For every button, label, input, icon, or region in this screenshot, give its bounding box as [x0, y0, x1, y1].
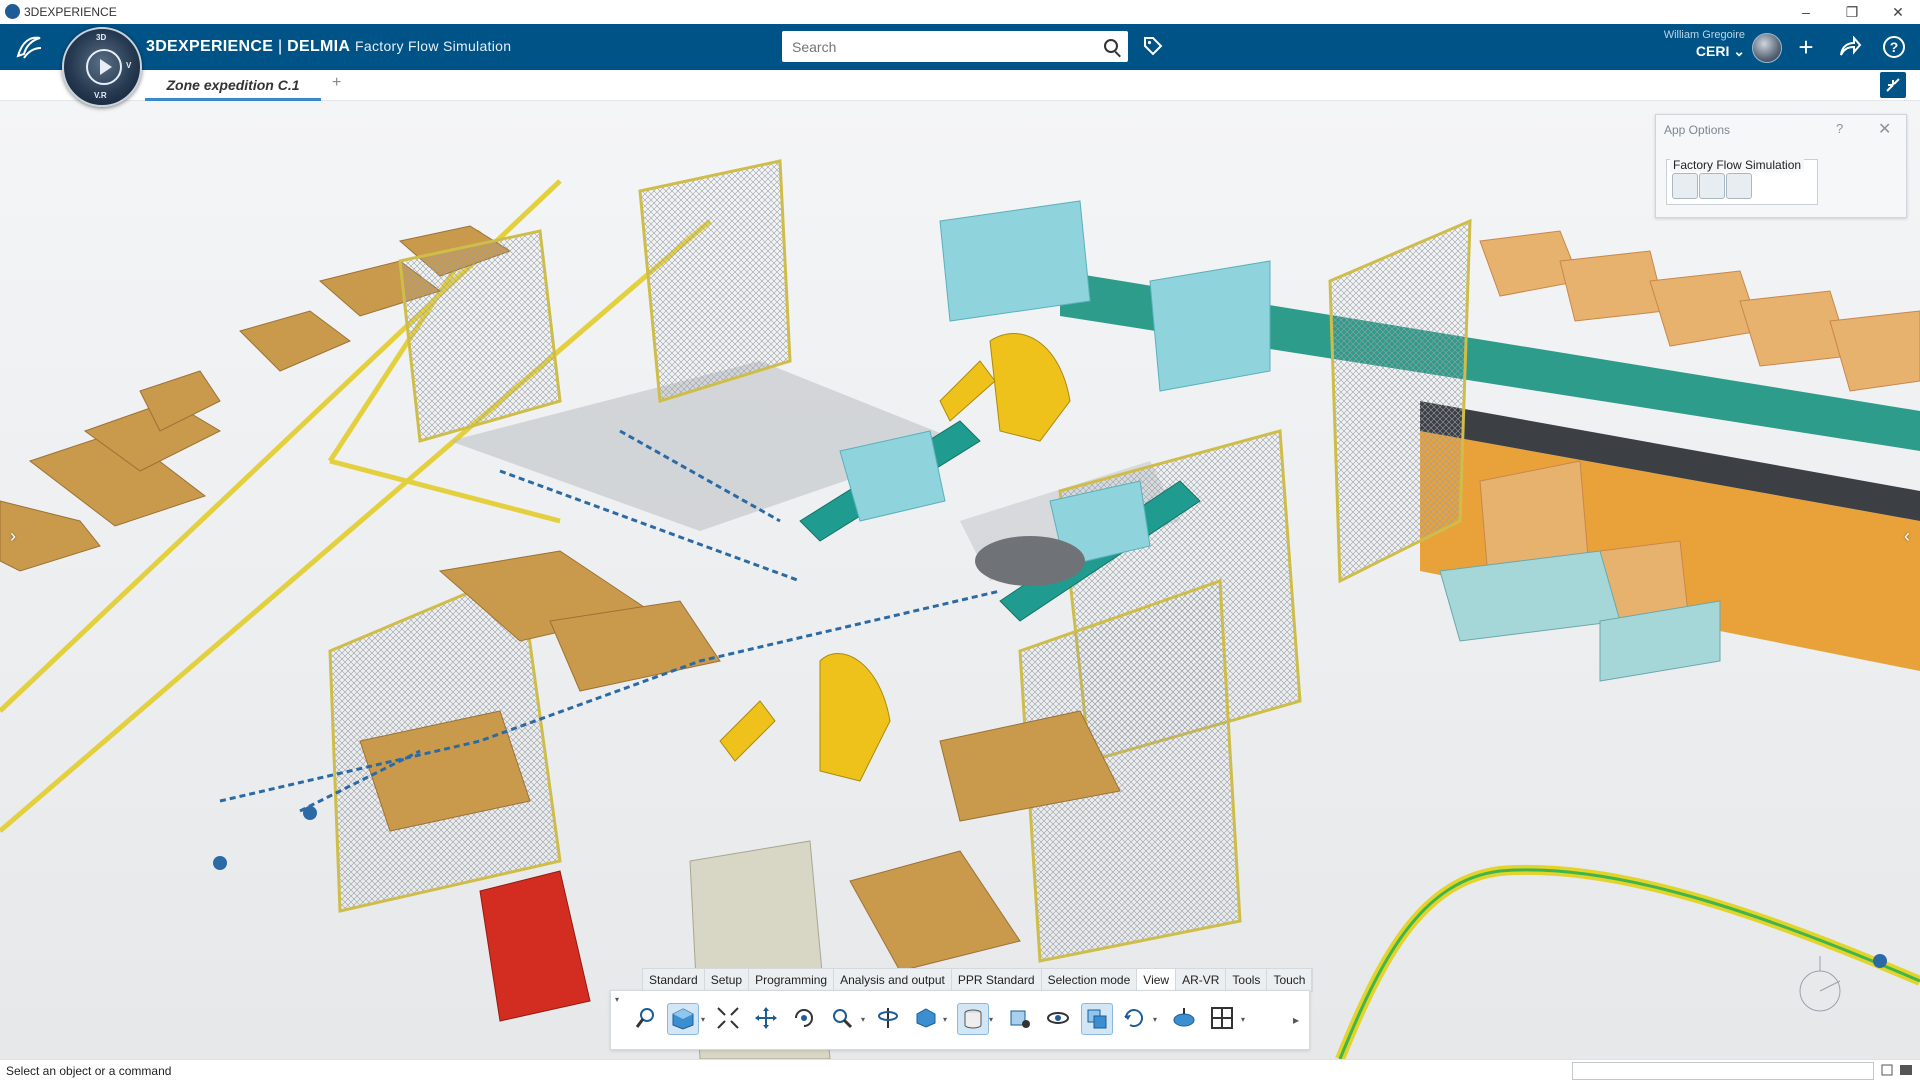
ds-logo-icon[interactable]	[14, 32, 44, 62]
look-at-icon[interactable]	[873, 1003, 903, 1033]
globe-gear-icon[interactable]	[1699, 173, 1725, 199]
compass-label-bottom: V.R	[94, 91, 107, 100]
chevron-right-icon[interactable]: ▸	[1293, 1013, 1299, 1027]
action-bar: Standard Setup Programming Analysis and …	[610, 968, 1314, 1056]
multi-view-icon[interactable]	[1207, 1003, 1237, 1033]
left-panel-arrow-icon[interactable]: ›	[4, 521, 22, 551]
tab-touch[interactable]: Touch	[1267, 969, 1313, 991]
avatar[interactable]	[1752, 33, 1782, 63]
chevron-down-icon[interactable]: ▾	[861, 1015, 865, 1024]
app-options-group-label: Factory Flow Simulation	[1670, 158, 1805, 172]
user-name: William Gregoire	[1663, 29, 1745, 41]
status-bar: Select an object or a command	[0, 1059, 1920, 1081]
top-bar: 3DEXPERIENCE | DELMIA Factory Flow Simul…	[0, 24, 1920, 70]
close-icon[interactable]: ✕	[1878, 119, 1891, 139]
tab-analysis-and-output[interactable]: Analysis and output	[834, 969, 952, 991]
brand-app-name: Factory Flow Simulation	[355, 38, 512, 54]
tab-bar: Zone expedition C.1 +	[0, 70, 1920, 101]
right-panel-arrow-icon[interactable]: ‹	[1898, 521, 1916, 551]
chevron-down-icon[interactable]: ▾	[989, 1015, 993, 1024]
search-input[interactable]	[790, 36, 1094, 58]
brand-platform: 3DEXPERIENCE	[146, 38, 274, 55]
app-options-title: App Options	[1664, 123, 1731, 137]
chevron-down-icon[interactable]: ▾	[943, 1015, 947, 1024]
close-window-button[interactable]: ✕	[1876, 0, 1920, 24]
tab-programming[interactable]: Programming	[749, 969, 835, 991]
zoom-area-icon[interactable]	[631, 1003, 661, 1033]
tab-ar-vr[interactable]: AR-VR	[1176, 969, 1227, 991]
compass-label-top: 3D	[96, 33, 107, 42]
brand-company: DELMIA	[287, 38, 351, 55]
collapse-toolbar-icon[interactable]: ▾	[615, 995, 619, 1004]
compass-widget[interactable]: 3D V V.R	[62, 27, 142, 107]
help-icon[interactable]: ?	[1878, 31, 1910, 63]
search-icon[interactable]	[1104, 39, 1118, 53]
window-title-bar: 3DEXPERIENCE – ❐ ✕	[0, 0, 1920, 24]
compass-label-right: V	[126, 61, 132, 70]
share-icon[interactable]	[1834, 31, 1866, 63]
view-cube-icon[interactable]	[667, 1003, 699, 1035]
rotate-icon[interactable]	[789, 1003, 819, 1033]
action-bar-tools: ▾ ▾ ▾ ▾ ▾ ▾ ▾ ▸	[610, 990, 1310, 1050]
search-box[interactable]	[782, 31, 1128, 62]
normal-view-icon[interactable]	[911, 1003, 941, 1033]
pan-icon[interactable]	[751, 1003, 781, 1033]
chevron-down-icon[interactable]: ▾	[1241, 1015, 1245, 1024]
hide-show-icon[interactable]	[1005, 1003, 1035, 1033]
globe-network-icon[interactable]	[1726, 173, 1752, 199]
render-style-icon[interactable]	[957, 1003, 989, 1035]
fit-all-icon[interactable]	[713, 1003, 743, 1033]
chevron-down-icon: ⌄	[1733, 43, 1745, 59]
window-title: 3DEXPERIENCE	[24, 5, 117, 19]
status-text: Select an object or a command	[6, 1064, 172, 1078]
tab-view[interactable]: View	[1137, 969, 1177, 991]
minimize-button[interactable]: –	[1784, 0, 1828, 24]
tab-zone-expedition[interactable]: Zone expedition C.1	[145, 74, 321, 101]
app-icon	[5, 4, 20, 19]
3d-viewport[interactable]: › ‹	[0, 101, 1920, 1059]
tab-setup[interactable]: Setup	[705, 969, 750, 991]
brand-separator: |	[273, 38, 288, 55]
add-tab-button[interactable]: +	[332, 74, 341, 92]
action-bar-tabs: Standard Setup Programming Analysis and …	[642, 968, 1314, 992]
app-options-panel: App Options ? ✕ Factory Flow Simulation	[1655, 114, 1907, 218]
brand-title: 3DEXPERIENCE | DELMIA Factory Flow Simul…	[146, 38, 511, 56]
tag-icon[interactable]	[1142, 35, 1164, 57]
globe-person-icon[interactable]	[1672, 173, 1698, 199]
refresh-icon[interactable]	[1119, 1003, 1149, 1033]
zoom-icon[interactable]	[827, 1003, 857, 1033]
factory-scene[interactable]	[0, 101, 1920, 1059]
tab-tools[interactable]: Tools	[1226, 969, 1268, 991]
status-icons[interactable]	[1880, 1063, 1916, 1077]
swap-visible-icon[interactable]	[1081, 1003, 1113, 1035]
command-input[interactable]	[1572, 1062, 1874, 1080]
lighting-icon[interactable]	[1169, 1003, 1199, 1033]
collapse-icon[interactable]	[1880, 72, 1906, 98]
user-org[interactable]: CERI ⌄	[1640, 43, 1745, 60]
chevron-down-icon[interactable]: ▾	[701, 1015, 705, 1024]
tab-ppr-standard[interactable]: PPR Standard	[952, 969, 1042, 991]
tab-selection-mode[interactable]: Selection mode	[1042, 969, 1138, 991]
tab-standard[interactable]: Standard	[643, 969, 705, 991]
help-icon[interactable]: ?	[1836, 121, 1843, 136]
svg-text:?: ?	[1890, 39, 1899, 55]
user-menu[interactable]: William Gregoire CERI ⌄	[1640, 29, 1745, 60]
chevron-down-icon[interactable]: ▾	[1153, 1015, 1157, 1024]
restore-button[interactable]: ❐	[1830, 0, 1874, 24]
play-icon[interactable]	[86, 49, 122, 85]
visibility-icon[interactable]	[1043, 1003, 1073, 1033]
add-icon[interactable]: +	[1790, 31, 1822, 63]
